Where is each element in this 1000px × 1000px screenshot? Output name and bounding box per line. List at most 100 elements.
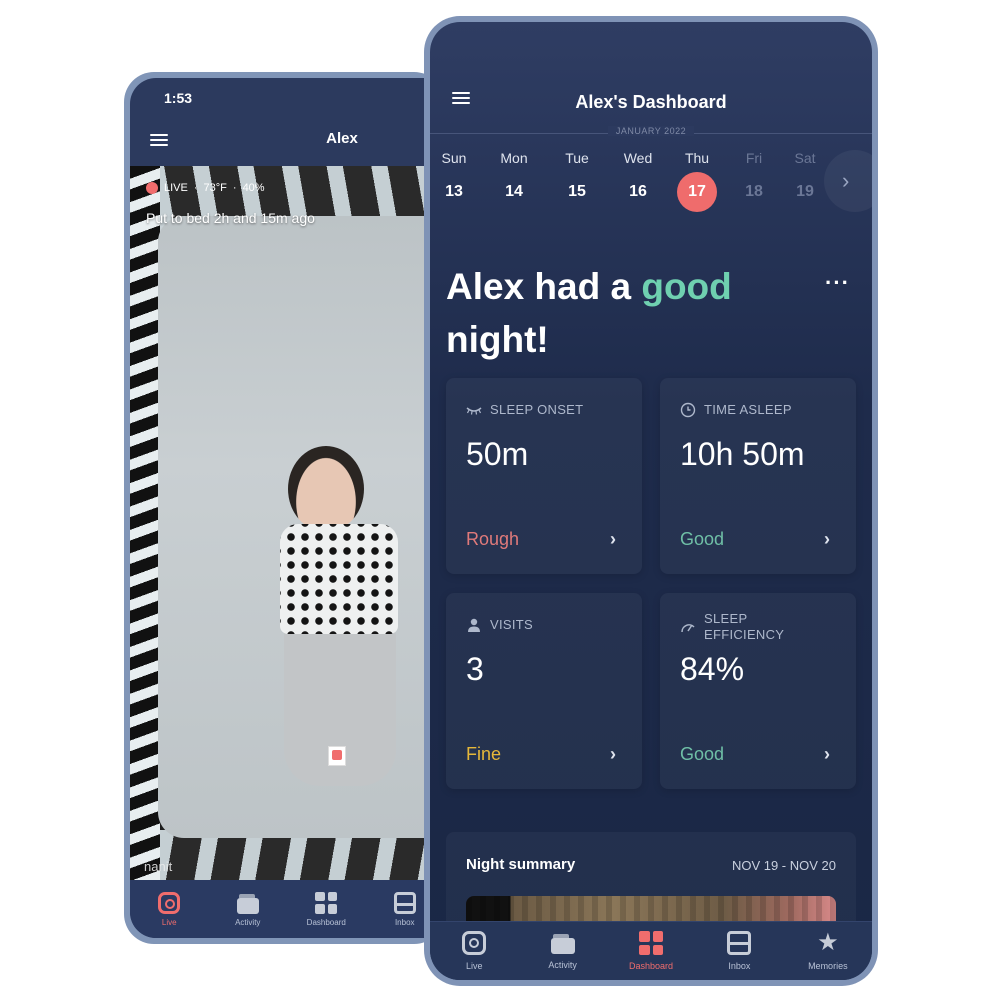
day-sat[interactable]: Sat 19 (783, 150, 827, 212)
day-wed[interactable]: Wed 16 (616, 150, 660, 212)
card-label-text: SLEEP ONSET (490, 402, 584, 417)
chevron-right-icon[interactable]: › (824, 744, 830, 765)
live-camera-feed[interactable]: LIVE · 73°F · 40% Put to bed 2h and 15m … (130, 166, 444, 890)
nav-label: Activity (235, 917, 261, 927)
nav-dashboard[interactable]: Dashboard (287, 880, 366, 938)
live-camera-icon (158, 891, 181, 914)
day-number: 15 (568, 183, 586, 200)
bottom-nav: Live Activity Dashboard Inbox (130, 880, 444, 938)
brand-watermark: nanit (144, 859, 173, 874)
headline-suffix: night! (446, 319, 549, 360)
bedtime-elapsed: Put to bed 2h and 15m ago (146, 210, 315, 226)
nav-label: Dashboard (306, 917, 346, 927)
inbox-icon (393, 891, 416, 914)
month-text: JANUARY 2022 (607, 126, 695, 136)
card-label-text: TIME ASLEEP (704, 402, 792, 417)
card-value: 50m (466, 436, 529, 472)
card-sleep-onset[interactable]: SLEEP ONSET 50m Rough › (446, 378, 642, 574)
swaddle-pattern-band (280, 524, 398, 634)
card-label-text: VISITS (490, 617, 533, 632)
card-status: Good (680, 529, 725, 549)
nav-label: Memories (808, 961, 848, 971)
card-value: 3 (466, 651, 484, 687)
nav-live[interactable]: Live (130, 880, 209, 938)
sleeping-baby-image (280, 446, 400, 796)
chevron-right-icon[interactable]: › (610, 529, 616, 550)
day-thu[interactable]: Thu 17 (675, 150, 719, 212)
day-number: 16 (629, 183, 647, 200)
nav-activity[interactable]: Activity (209, 880, 288, 938)
card-status: Rough (466, 529, 520, 549)
live-status-bar: LIVE · 73°F · 40% (146, 182, 265, 194)
card-label: VISITS (466, 617, 533, 633)
night-headline: Alex had a good night! (446, 260, 786, 366)
card-value: 84% (680, 651, 745, 687)
month-divider: JANUARY 2022 (430, 126, 872, 140)
card-sleep-efficiency[interactable]: SLEEP EFFICIENCY 84% Good › (660, 593, 856, 789)
card-label: TIME ASLEEP (680, 402, 792, 418)
day-name: Wed (623, 150, 653, 166)
dashboard-grid-icon (639, 931, 664, 955)
day-name: Tue (565, 150, 589, 166)
day-name: Thu (684, 150, 710, 166)
card-visits[interactable]: VISITS 3 Fine › (446, 593, 642, 789)
activity-icon (236, 893, 259, 914)
day-number: 19 (796, 183, 814, 200)
nav-label: Inbox (394, 917, 415, 927)
live-label: LIVE (164, 182, 188, 194)
nav-memories[interactable]: ★ Memories (784, 922, 872, 980)
status-time: 1:53 (164, 90, 193, 106)
bottom-nav: Live Activity Dashboard Inbox ★ Memories (430, 921, 872, 980)
day-name: Mon (500, 150, 528, 166)
back-phone: 1:53 Alex LIVE · 73°F · 40% Put to bed 2… (124, 72, 444, 944)
star-icon: ★ (817, 929, 839, 956)
day-number: 14 (505, 183, 523, 200)
headline-prefix: Alex had a (446, 266, 642, 307)
card-status: Fine (466, 744, 502, 764)
nav-label: Inbox (728, 961, 751, 971)
separator: · (232, 182, 237, 194)
clock-icon (680, 402, 696, 418)
front-phone: Alex's Dashboard JANUARY 2022 Sun 13 Mon 14… (424, 16, 878, 986)
headline-accent: good (641, 266, 732, 307)
day-number: 13 (445, 183, 463, 200)
card-value: 10h 50m (680, 436, 805, 472)
nav-label: Dashboard (629, 961, 674, 971)
swaddle-logo-tag (328, 746, 346, 766)
day-mon[interactable]: Mon 14 (492, 150, 536, 212)
day-sun[interactable]: Sun 13 (432, 150, 476, 212)
chevron-right-icon[interactable]: › (824, 529, 830, 550)
day-name: Sun (441, 150, 467, 166)
day-number: 18 (745, 183, 763, 200)
person-icon (468, 618, 480, 632)
activity-icon (550, 934, 575, 954)
nav-live[interactable]: Live (430, 922, 518, 980)
nav-dashboard[interactable]: Dashboard (607, 922, 695, 980)
nav-label: Live (161, 917, 177, 927)
nav-activity[interactable]: Activity (518, 922, 606, 980)
card-label-text: SLEEP EFFICIENCY (704, 611, 785, 642)
live-header: Alex (130, 122, 444, 164)
nav-inbox[interactable]: Inbox (695, 922, 783, 980)
card-label: SLEEP ONSET (466, 402, 583, 418)
chevron-right-icon[interactable]: › (610, 744, 616, 765)
summary-date-range: NOV 19 - NOV 20 (731, 858, 836, 873)
card-time-asleep[interactable]: TIME ASLEEP 10h 50m Good › (660, 378, 856, 574)
week-selector: Sun 13 Mon 14 Tue 15 Wed 16 Thu 17 Fri 18 Sat 19 (430, 150, 872, 212)
more-options-button[interactable]: ··· (825, 270, 850, 296)
card-status: Good (680, 744, 725, 764)
live-indicator-icon (146, 182, 158, 194)
nav-label: Activity (548, 960, 577, 970)
day-tue[interactable]: Tue 15 (555, 150, 599, 212)
month-label: JANUARY 2022 (430, 126, 872, 136)
card-label: SLEEP EFFICIENCY (680, 611, 794, 643)
day-fri[interactable]: Fri 18 (732, 150, 776, 212)
closed-eye-icon (466, 407, 482, 415)
dashboard-grid-icon (315, 891, 338, 914)
dashboard-header: Alex's Dashboard (430, 22, 872, 122)
baby-head (288, 446, 364, 532)
day-number: 17 (677, 172, 717, 212)
live-camera-icon (462, 931, 487, 955)
live-screen: 1:53 Alex LIVE · 73°F · 40% Put to bed 2… (130, 78, 444, 938)
header-title: Alex (326, 130, 358, 147)
